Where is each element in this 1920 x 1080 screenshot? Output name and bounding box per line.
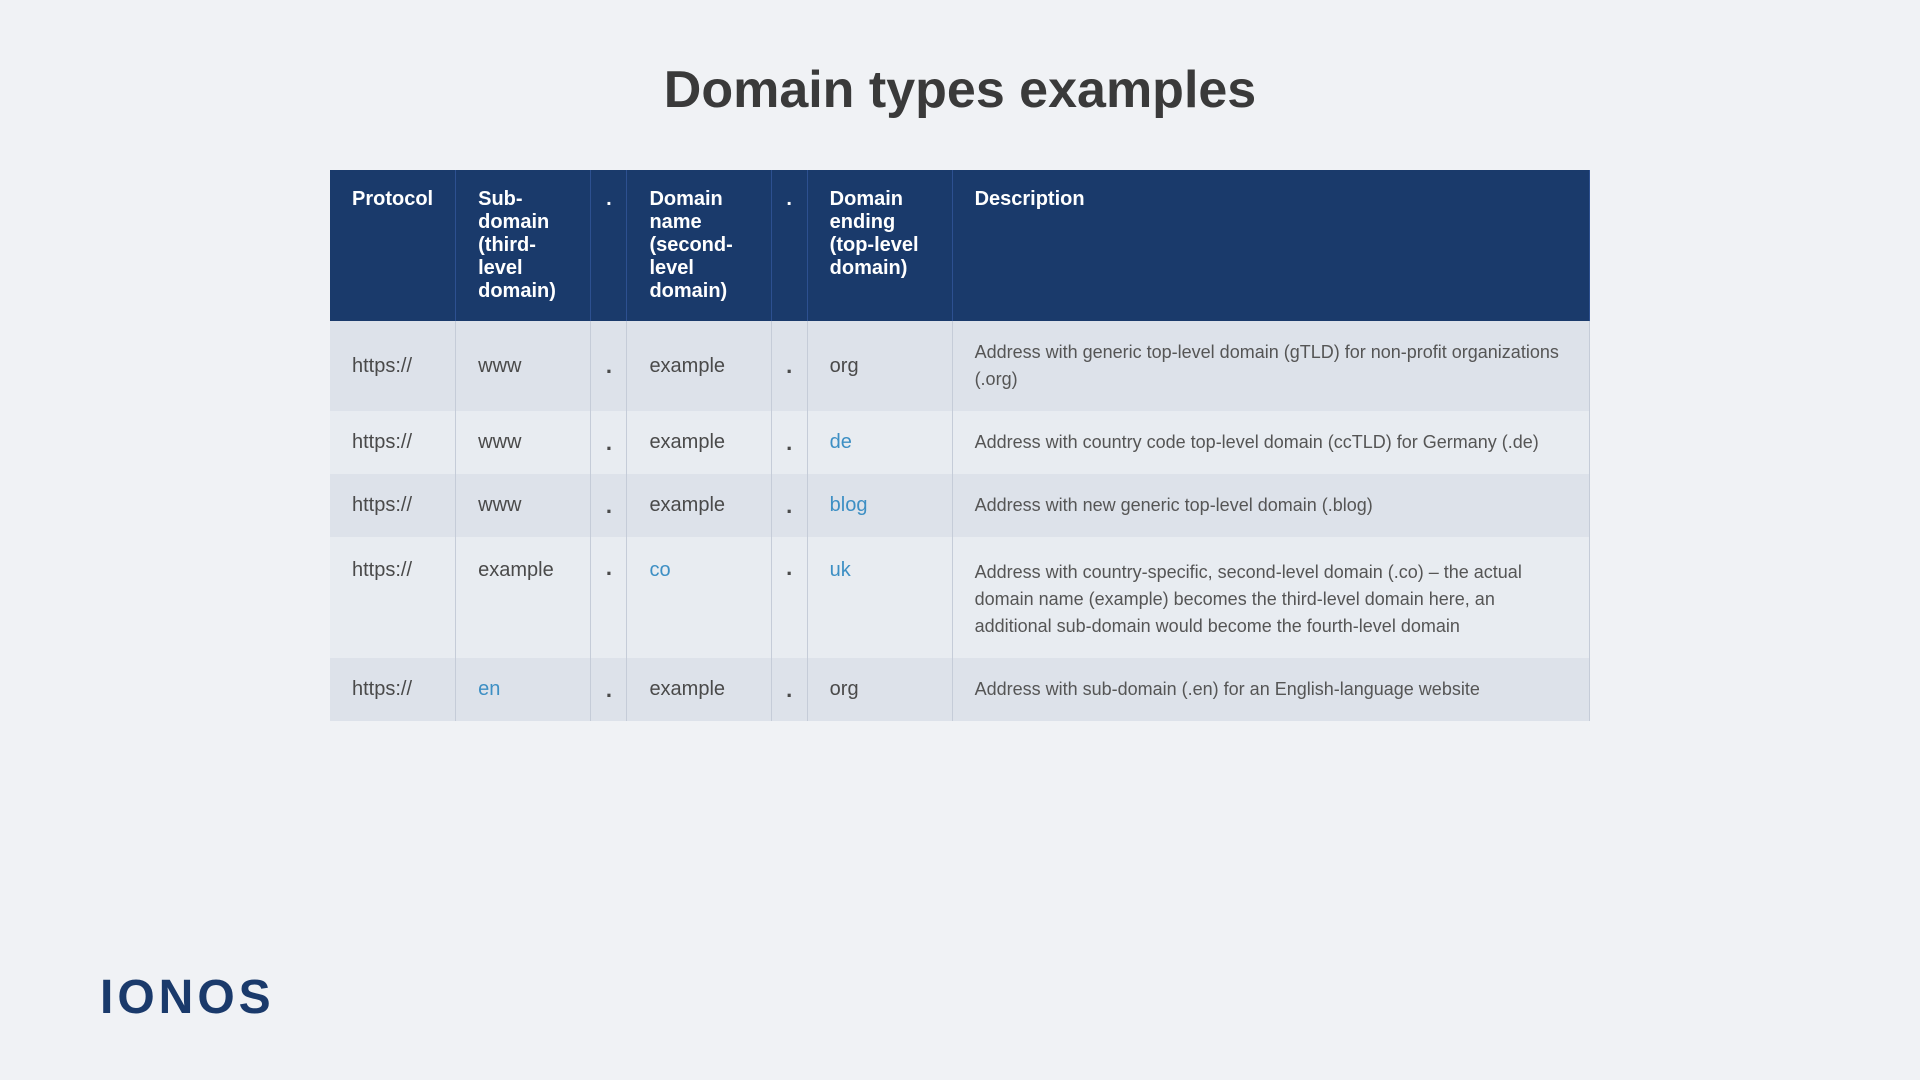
cell-dot1-4: . (591, 658, 627, 721)
cell-domainname-4: example (627, 658, 771, 721)
cell-domainending-4: org (807, 658, 952, 721)
cell-dot2-1: . (771, 411, 807, 474)
logo-text: IONOS (100, 970, 275, 1025)
cell-protocol-3: https:// (330, 537, 456, 658)
cell-dot2-3: . (771, 537, 807, 658)
page-title: Domain types examples (664, 60, 1256, 120)
cell-protocol-2: https:// (330, 474, 456, 537)
cell-domainending-0: org (807, 321, 952, 411)
cell-domainending-1: de (807, 411, 952, 474)
cell-dot2-4: . (771, 658, 807, 721)
cell-dot1-1: . (591, 411, 627, 474)
cell-dot2-0: . (771, 321, 807, 411)
cell-subdomain-0: www (456, 321, 591, 411)
cell-dot1-0: . (591, 321, 627, 411)
header-dot2: . (771, 170, 807, 321)
cell-domainname-1: example (627, 411, 771, 474)
header-description: Description (952, 170, 1589, 321)
cell-description-1: Address with country code top-level doma… (952, 411, 1589, 474)
cell-dot2-2: . (771, 474, 807, 537)
header-domainending: Domain ending(top-leveldomain) (807, 170, 952, 321)
table-wrapper: Protocol Sub-domain(third-leveldomain) .… (330, 170, 1590, 721)
cell-description-3: Address with country-specific, second-le… (952, 537, 1589, 658)
cell-subdomain-2: www (456, 474, 591, 537)
cell-subdomain-4: en (456, 658, 591, 721)
cell-description-4: Address with sub-domain (.en) for an Eng… (952, 658, 1589, 721)
cell-domainending-2: blog (807, 474, 952, 537)
cell-protocol-4: https:// (330, 658, 456, 721)
cell-dot1-2: . (591, 474, 627, 537)
header-domainname: Domain name(second-leveldomain) (627, 170, 771, 321)
cell-description-2: Address with new generic top-level domai… (952, 474, 1589, 537)
cell-description-0: Address with generic top-level domain (g… (952, 321, 1589, 411)
cell-domainname-2: example (627, 474, 771, 537)
cell-protocol-1: https:// (330, 411, 456, 474)
cell-dot1-3: . (591, 537, 627, 658)
cell-domainname-3: co (627, 537, 771, 658)
cell-subdomain-1: www (456, 411, 591, 474)
cell-domainending-3: uk (807, 537, 952, 658)
header-dot1: . (591, 170, 627, 321)
header-subdomain: Sub-domain(third-leveldomain) (456, 170, 591, 321)
cell-domainname-0: example (627, 321, 771, 411)
cell-subdomain-3: example (456, 537, 591, 658)
logo-area: IONOS (100, 970, 275, 1025)
domain-table: Protocol Sub-domain(third-leveldomain) .… (330, 170, 1590, 721)
header-protocol: Protocol (330, 170, 456, 321)
cell-protocol-0: https:// (330, 321, 456, 411)
